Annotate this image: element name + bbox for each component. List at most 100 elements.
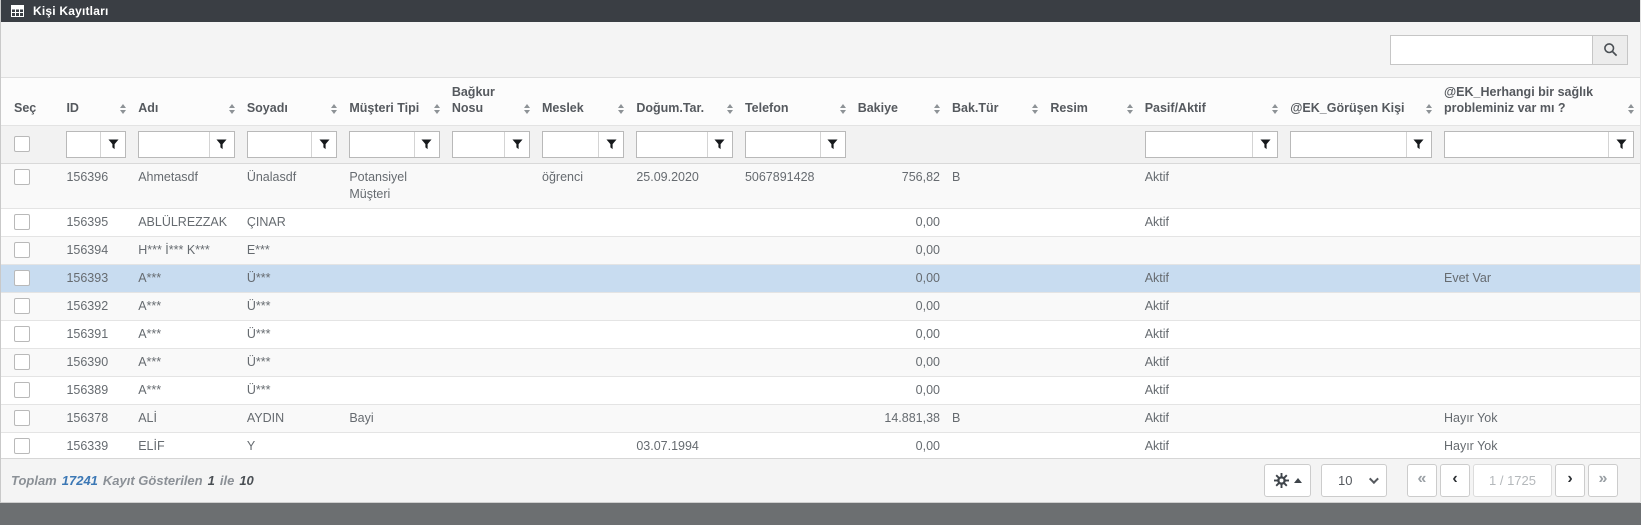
table-row[interactable]: 156378ALİAYDINBayi14.881,38BAktifHayır Y… — [1, 405, 1640, 433]
table-row[interactable]: 156390A***Ü***0,00Aktif — [1, 349, 1640, 377]
funnel-icon — [1413, 139, 1424, 150]
filter-button-pasif_aktif[interactable] — [1252, 132, 1277, 157]
cell-telefon — [739, 265, 852, 293]
column-header-bak_tur[interactable]: Bak.Tür — [946, 78, 1044, 126]
cell-dogum_tar — [630, 209, 739, 237]
row-checkbox[interactable] — [14, 298, 30, 314]
row-checkbox[interactable] — [14, 242, 30, 258]
column-label: Soyadı — [247, 100, 288, 116]
cell-resim — [1044, 164, 1138, 209]
filter-input-ek_gorusen_kisi[interactable] — [1291, 132, 1406, 157]
search-input[interactable] — [1390, 35, 1592, 65]
filter-button-dogum_tar[interactable] — [707, 132, 732, 157]
cell-dogum_tar — [630, 349, 739, 377]
row-checkbox[interactable] — [14, 354, 30, 370]
filter-input-pasif_aktif[interactable] — [1146, 132, 1253, 157]
cell-id: 156395 — [60, 209, 132, 237]
table-row[interactable]: 156391A***Ü***0,00Aktif — [1, 321, 1640, 349]
column-header-pasif_aktif[interactable]: Pasif/Aktif — [1139, 78, 1285, 126]
filter-input-telefon[interactable] — [746, 132, 820, 157]
filter-input-meslek[interactable] — [543, 132, 598, 157]
row-checkbox[interactable] — [14, 169, 30, 185]
sort-icon — [1127, 104, 1133, 116]
row-checkbox[interactable] — [14, 410, 30, 426]
filter-group-id — [66, 131, 126, 158]
cell-adi: A*** — [132, 321, 241, 349]
next-page-button[interactable]: › — [1555, 464, 1585, 497]
filter-button-id[interactable] — [100, 132, 125, 157]
column-header-dogum_tar[interactable]: Doğum.Tar. — [630, 78, 739, 126]
settings-button[interactable] — [1264, 464, 1311, 497]
filter-group-ek_saglik — [1444, 131, 1634, 158]
table-row[interactable]: 156393A***Ü***0,00AktifEvet Var — [1, 265, 1640, 293]
cell-adi: A*** — [132, 349, 241, 377]
column-header-soyadi[interactable]: Soyadı — [241, 78, 344, 126]
sort-icon — [727, 104, 733, 116]
filter-input-adi[interactable] — [139, 132, 209, 157]
select-all-checkbox[interactable] — [14, 136, 30, 152]
column-header-bakiye[interactable]: Bakiye — [852, 78, 946, 126]
filter-button-meslek[interactable] — [598, 132, 623, 157]
cell-bakiye: 0,00 — [852, 321, 946, 349]
funnel-icon — [714, 139, 725, 150]
table-row[interactable]: 156396AhmetasdfÜnalasdfPotansiyel Müşter… — [1, 164, 1640, 209]
funnel-icon — [319, 139, 330, 150]
filter-button-musteri_tipi[interactable] — [414, 132, 439, 157]
cell-ek_saglik — [1438, 164, 1640, 209]
column-header-telefon[interactable]: Telefon — [739, 78, 852, 126]
cell-resim — [1044, 321, 1138, 349]
table-row[interactable]: 156389A***Ü***0,00Aktif — [1, 377, 1640, 405]
filter-input-ek_saglik[interactable] — [1445, 132, 1608, 157]
filter-input-dogum_tar[interactable] — [637, 132, 707, 157]
filter-cell-dogum_tar — [630, 126, 739, 164]
cell-dogum_tar — [630, 321, 739, 349]
total-count: 17241 — [62, 473, 98, 488]
filter-cell-ek_saglik — [1438, 126, 1640, 164]
first-page-button[interactable]: « — [1407, 464, 1437, 497]
filter-button-ek_saglik[interactable] — [1608, 132, 1633, 157]
cell-meslek — [536, 321, 630, 349]
filter-button-bagkur_nosu[interactable] — [504, 132, 529, 157]
filter-group-ek_gorusen_kisi — [1290, 131, 1432, 158]
cell-adi: H*** İ*** K*** — [132, 237, 241, 265]
filter-input-id[interactable] — [67, 132, 100, 157]
funnel-icon — [1260, 139, 1271, 150]
column-header-ek_saglik[interactable]: @EK_Herhangi bir sağlık probleminiz var … — [1438, 78, 1640, 126]
row-checkbox[interactable] — [14, 326, 30, 342]
column-label: Seç — [14, 100, 36, 116]
table-row[interactable]: 156339ELİFY03.07.19940,00AktifHayır Yok — [1, 433, 1640, 459]
filter-button-soyadi[interactable] — [311, 132, 336, 157]
search-button[interactable] — [1592, 35, 1628, 65]
row-checkbox[interactable] — [14, 214, 30, 230]
row-checkbox[interactable] — [14, 382, 30, 398]
table-row[interactable]: 156394H*** İ*** K***E***0,00 — [1, 237, 1640, 265]
cell-ek_saglik: Hayır Yok — [1438, 405, 1640, 433]
cell-dogum_tar — [630, 265, 739, 293]
cell-adi: ALİ — [132, 405, 241, 433]
column-header-adi[interactable]: Adı — [132, 78, 241, 126]
column-header-resim[interactable]: Resim — [1044, 78, 1138, 126]
column-header-bagkur_nosu[interactable]: Bağkur Nosu — [446, 78, 536, 126]
table-row[interactable]: 156395ABLÜLREZZAKÇINAR0,00Aktif — [1, 209, 1640, 237]
page-size-select[interactable]: 10 — [1321, 464, 1387, 497]
filter-button-adi[interactable] — [209, 132, 234, 157]
column-header-id[interactable]: ID — [60, 78, 132, 126]
filter-input-soyadi[interactable] — [248, 132, 312, 157]
filter-input-musteri_tipi[interactable] — [350, 132, 414, 157]
filter-button-telefon[interactable] — [820, 132, 845, 157]
filter-button-ek_gorusen_kisi[interactable] — [1406, 132, 1431, 157]
column-header-ek_gorusen_kisi[interactable]: @EK_Görüşen Kişi — [1284, 78, 1438, 126]
last-page-button[interactable]: » — [1588, 464, 1618, 497]
cell-bakiye: 756,82 — [852, 164, 946, 209]
row-checkbox[interactable] — [14, 270, 30, 286]
column-label: ID — [66, 100, 79, 116]
prev-page-button[interactable]: ‹ — [1440, 464, 1470, 497]
cell-sec — [1, 164, 60, 209]
cell-bagkur_nosu — [446, 433, 536, 459]
column-header-meslek[interactable]: Meslek — [536, 78, 630, 126]
column-header-musteri_tipi[interactable]: Müşteri Tipi — [343, 78, 446, 126]
cell-musteri_tipi — [343, 265, 446, 293]
filter-input-bagkur_nosu[interactable] — [453, 132, 504, 157]
row-checkbox[interactable] — [14, 438, 30, 454]
table-row[interactable]: 156392A***Ü***0,00Aktif — [1, 293, 1640, 321]
